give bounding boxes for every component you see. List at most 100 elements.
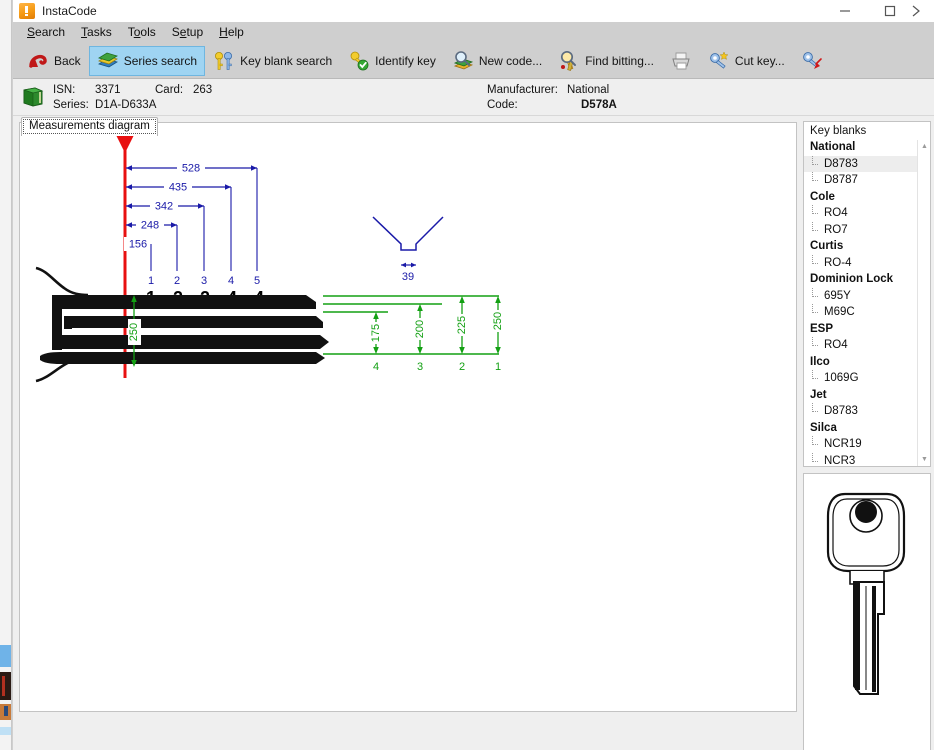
depth-label-175: 175 — [370, 324, 382, 342]
dim-342: 342 — [155, 201, 173, 213]
depth-position-4: 4 — [373, 361, 379, 373]
content-area: 528 435 342 248 156 1 2 3 4 5 250 39 175… — [13, 117, 934, 750]
measurements-diagram-pane[interactable]: 528 435 342 248 156 1 2 3 4 5 250 39 175… — [19, 122, 797, 712]
position-label-2: 2 — [174, 275, 180, 287]
background-window-sliver[interactable] — [0, 0, 12, 750]
code-label: Code: — [487, 98, 567, 113]
bg-accent-blue — [0, 645, 11, 667]
card-label: Card: — [155, 83, 193, 98]
menu-help[interactable]: Help — [211, 23, 252, 41]
diagram-svg: 528 435 342 248 156 1 2 3 4 5 250 39 175… — [20, 123, 796, 711]
dim-435: 435 — [169, 182, 187, 194]
menu-tools[interactable]: Tools — [120, 23, 164, 41]
books-icon — [97, 50, 119, 72]
toolbar: Back Series search Key blank search Iden… — [13, 43, 934, 79]
key-blank-item-d8783-national[interactable]: D8783 — [804, 156, 930, 173]
record-info-left: ISN: 3371 Card: 263 Series: D1A-D633A — [53, 83, 253, 113]
record-info-right: Manufacturer: National Code: D578A — [487, 83, 617, 113]
depth-position-3: 3 — [417, 361, 423, 373]
printer-icon — [670, 50, 692, 72]
position-label-4: 4 — [228, 275, 234, 287]
dim-248: 248 — [141, 220, 159, 232]
angle-flat-label: 39 — [402, 271, 414, 283]
record-info-bar: ISN: 3371 Card: 263 Series: D1A-D633A Ma… — [13, 79, 934, 116]
position-label-5: 5 — [254, 275, 260, 287]
key-blank-preview-image — [804, 474, 930, 750]
manufacturer-row: Manufacturer: National — [487, 83, 617, 98]
cut-angle-diagram: 39 — [373, 217, 443, 283]
key-blank-item-ro4-esp[interactable]: RO4 — [804, 337, 930, 354]
toolbar-button-identify-key[interactable]: Identify key — [340, 46, 444, 76]
toolbar-button-print[interactable] — [662, 46, 700, 76]
window-title: InstaCode — [42, 4, 97, 18]
magnifier-keys-icon — [558, 50, 580, 72]
key-blade-profile — [36, 268, 329, 381]
key-blank-item-m69c[interactable]: M69C — [804, 304, 930, 321]
scroll-down-icon[interactable]: ▼ — [918, 453, 931, 466]
window-controls — [822, 0, 934, 22]
toolbar-label-new-code: New code... — [479, 54, 542, 68]
key-blank-item-ncr3[interactable]: NCR3 — [804, 453, 930, 468]
key-blank-item-ro7[interactable]: RO7 — [804, 222, 930, 239]
toolbar-label-back: Back — [54, 54, 81, 68]
key-blank-item-695y[interactable]: 695Y — [804, 288, 930, 305]
card-value: 263 — [193, 83, 253, 98]
key-blank-item-d8783-jet[interactable]: D8783 — [804, 403, 930, 420]
depth-label-200: 200 — [414, 320, 426, 338]
toolbar-label-key-blank-search: Key blank search — [240, 54, 332, 68]
depth-position-1: 1 — [495, 361, 501, 373]
depth-dimensions: 175 200 225 250 4 3 2 1 — [323, 296, 505, 373]
toolbar-button-key-pin[interactable] — [793, 46, 831, 76]
key-blank-brand-dominion-lock: Dominion Lock — [804, 271, 930, 288]
bg-accent-pale — [0, 727, 11, 735]
magnifier-book-icon — [452, 50, 474, 72]
scroll-up-icon[interactable]: ▲ — [918, 140, 931, 153]
isn-label: ISN: — [53, 83, 95, 98]
key-blank-item-ro4-cole[interactable]: RO4 — [804, 205, 930, 222]
key-blank-brand-cole: Cole — [804, 189, 930, 206]
blade-height-label: 250 — [128, 323, 140, 341]
toolbar-button-cut-key[interactable]: Cut key... — [700, 46, 793, 76]
dim-528: 528 — [182, 163, 200, 175]
instacode-main-window: InstaCode Search Tasks Tools Setup Help — [12, 0, 934, 750]
tab-measurements-diagram[interactable]: Measurements diagram — [21, 117, 158, 136]
key-pin-icon — [801, 50, 823, 72]
toolbar-button-new-code[interactable]: New code... — [444, 46, 550, 76]
dim-156: 156 — [129, 239, 147, 251]
toolbar-label-find-bitting: Find bitting... — [585, 54, 654, 68]
position-label-1: 1 — [148, 275, 154, 287]
toolbar-button-series-search[interactable]: Series search — [89, 46, 205, 76]
key-blank-item-d8787[interactable]: D8787 — [804, 172, 930, 189]
key-blank-item-ro-4[interactable]: RO-4 — [804, 255, 930, 272]
key-star-icon — [708, 50, 730, 72]
spacing-dimensions: 528 435 342 248 156 1 2 3 4 5 — [124, 161, 260, 287]
back-arrow-icon — [27, 50, 49, 72]
key-blank-item-1069g[interactable]: 1069G — [804, 370, 930, 387]
position-label-3: 3 — [201, 275, 207, 287]
depth-label-225: 225 — [456, 316, 468, 334]
toolbar-label-series-search: Series search — [124, 54, 197, 68]
application-window: InstaCode Search Tasks Tools Setup Help — [0, 0, 934, 750]
series-label: Series: — [53, 98, 95, 113]
bg-accent-red — [2, 676, 5, 696]
menu-search[interactable]: Search — [19, 23, 73, 41]
toolbar-button-key-blank-search[interactable]: Key blank search — [205, 46, 340, 76]
maximize-button[interactable] — [867, 0, 912, 22]
key-blank-item-ncr19[interactable]: NCR19 — [804, 436, 930, 453]
key-blanks-panel[interactable]: Key blanks National D8783 D8787 Cole RO4… — [803, 121, 931, 467]
isn-row: ISN: 3371 Card: 263 — [53, 83, 253, 98]
key-blanks-scrollbar[interactable]: ▲ ▼ — [917, 140, 930, 466]
menu-setup[interactable]: Setup — [164, 23, 211, 41]
minimize-button[interactable] — [822, 0, 867, 22]
instacode-logo-icon — [19, 3, 35, 19]
menu-tasks[interactable]: Tasks — [73, 23, 120, 41]
two-keys-icon — [213, 50, 235, 72]
key-blank-brand-jet: Jet — [804, 387, 930, 404]
key-blank-preview-panel[interactable] — [803, 473, 931, 750]
toolbar-button-back[interactable]: Back — [19, 46, 89, 76]
depth-position-2: 2 — [459, 361, 465, 373]
key-check-icon — [348, 50, 370, 72]
series-row: Series: D1A-D633A — [53, 98, 253, 113]
close-button[interactable] — [912, 0, 934, 22]
toolbar-button-find-bitting[interactable]: Find bitting... — [550, 46, 662, 76]
